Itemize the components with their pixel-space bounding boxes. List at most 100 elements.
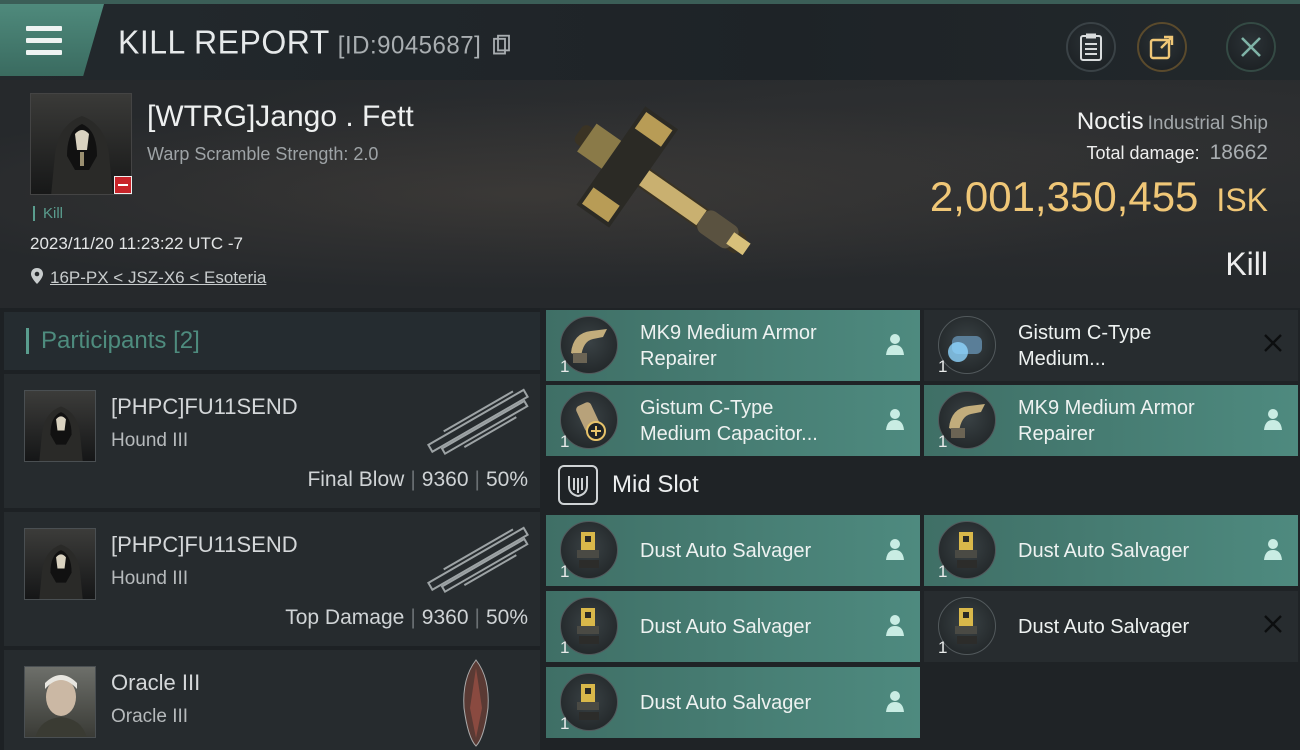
item-quantity: 1 bbox=[560, 562, 570, 581]
item-name: Dust Auto Salvager bbox=[1018, 615, 1190, 638]
fitted-person-icon bbox=[886, 691, 904, 712]
location-pin-icon bbox=[31, 268, 43, 284]
participant-stats: Final Blow | 9360 | 50% bbox=[307, 468, 528, 492]
item-name: MK9 Medium Armor Repairer bbox=[640, 321, 817, 370]
fitting-item[interactable]: 1 Dust Auto Salvager bbox=[924, 591, 1298, 662]
participant-row[interactable]: Oracle III Oracle III bbox=[4, 650, 540, 750]
copy-icon[interactable] bbox=[492, 34, 511, 56]
fitted-person-icon bbox=[886, 615, 904, 636]
mid-slot-icon bbox=[558, 465, 598, 505]
ship-info: Noctis Industrial Ship bbox=[1077, 108, 1268, 136]
share-button[interactable] bbox=[1137, 22, 1187, 72]
item-quantity: 1 bbox=[560, 357, 570, 376]
item-quantity: 1 bbox=[560, 432, 570, 451]
participant-portrait[interactable] bbox=[24, 390, 96, 462]
header-bar: KILL REPORT [ID:9045687] bbox=[0, 0, 1300, 80]
kill-tag: Kill bbox=[33, 206, 63, 221]
destroyed-x-icon bbox=[1264, 334, 1282, 352]
participant-damage: 9360 bbox=[421, 606, 469, 629]
fitting-item[interactable]: 1 Dust Auto Salvager bbox=[546, 667, 920, 738]
fitting-item[interactable]: 1 Dust Auto Salvager bbox=[546, 591, 920, 662]
isk-value: 2,001,350,455 ISK bbox=[930, 173, 1268, 221]
participant-name: [PHPC]FU11SEND bbox=[111, 394, 298, 419]
stat-separator: | bbox=[410, 606, 416, 629]
fitted-person-icon bbox=[886, 409, 904, 430]
pilot-face-icon bbox=[35, 675, 87, 737]
participant-row[interactable]: [PHPC]FU11SEND Hound III Final Blow | 9360… bbox=[4, 374, 540, 508]
kill-result-label: Kill bbox=[1225, 246, 1268, 282]
participant-portrait[interactable] bbox=[24, 666, 96, 738]
hostile-badge bbox=[114, 176, 132, 194]
report-button[interactable] bbox=[1066, 22, 1116, 72]
pilot-helmet-icon bbox=[39, 544, 83, 599]
participant-damage: 9360 bbox=[421, 468, 469, 491]
victim-name[interactable]: [WTRG]Jango . Fett bbox=[147, 100, 414, 134]
participants-count: [2] bbox=[173, 327, 200, 354]
fitting-item[interactable]: 1 Gistum C-Type Medium Capacitor... bbox=[546, 385, 920, 456]
ship-render-image[interactable] bbox=[540, 90, 780, 290]
participant-percent: 50% bbox=[485, 606, 528, 629]
victim-panel: [WTRG]Jango . Fett Warp Scramble Strengt… bbox=[0, 80, 1300, 308]
isk-unit: ISK bbox=[1216, 182, 1268, 218]
participant-role: Top Damage bbox=[285, 606, 405, 629]
fitted-person-icon bbox=[1264, 539, 1282, 560]
fitted-person-icon bbox=[1264, 409, 1282, 430]
hamburger-menu-icon bbox=[26, 26, 62, 56]
item-name: Dust Auto Salvager bbox=[640, 691, 812, 714]
close-icon bbox=[1241, 37, 1261, 57]
page-title-text: KILL REPORT bbox=[118, 23, 330, 61]
weapon-icon bbox=[427, 388, 529, 456]
participant-percent: 50% bbox=[485, 468, 528, 491]
close-button[interactable] bbox=[1226, 22, 1276, 72]
warp-scramble-strength: Warp Scramble Strength: 2.0 bbox=[147, 144, 379, 164]
total-damage-value: 18662 bbox=[1209, 141, 1268, 164]
item-quantity: 1 bbox=[938, 432, 948, 451]
participants-title: Participants bbox=[41, 327, 167, 354]
stat-separator: | bbox=[410, 468, 416, 491]
fitted-person-icon bbox=[886, 334, 904, 355]
mid-slot-header: Mid Slot bbox=[540, 458, 1300, 512]
participant-ship: Hound III bbox=[111, 430, 189, 451]
item-quantity: 1 bbox=[560, 714, 570, 733]
item-quantity: 1 bbox=[560, 638, 570, 657]
participant-role: Final Blow bbox=[307, 468, 405, 491]
participant-row[interactable]: [PHPC]FU11SEND Hound III Top Damage | 9360… bbox=[4, 512, 540, 646]
kill-datetime: 2023/11/20 11:23:22 UTC -7 bbox=[30, 234, 243, 253]
participant-stats: Top Damage | 9360 | 50% bbox=[285, 606, 528, 630]
fitting-item[interactable]: 1 Dust Auto Salvager bbox=[924, 515, 1298, 586]
mid-slot-label: Mid Slot bbox=[612, 471, 699, 498]
participant-ship: Hound III bbox=[111, 568, 189, 589]
fittings-panel: 1 MK9 Medium Armor Repairer 1 Gistum C-T… bbox=[540, 308, 1300, 750]
participant-portrait[interactable] bbox=[24, 528, 96, 600]
fitting-item[interactable]: 1 MK9 Medium Armor Repairer bbox=[546, 310, 920, 381]
item-name: Dust Auto Salvager bbox=[640, 539, 812, 562]
participant-ship: Oracle III bbox=[111, 706, 189, 727]
item-name: Dust Auto Salvager bbox=[640, 615, 812, 638]
ship-icon bbox=[463, 659, 489, 747]
isk-amount: 2,001,350,455 bbox=[929, 173, 1199, 220]
fitted-person-icon bbox=[886, 539, 904, 560]
item-quantity: 1 bbox=[938, 562, 948, 581]
item-quantity: 1 bbox=[938, 638, 948, 657]
total-damage: Total damage: 18662 bbox=[1087, 141, 1268, 165]
fitting-item[interactable]: 1 MK9 Medium Armor Repairer bbox=[924, 385, 1298, 456]
item-name: Dust Auto Salvager bbox=[1018, 539, 1190, 562]
item-name: Gistum C-Type Medium... bbox=[1018, 321, 1152, 370]
clipboard-icon bbox=[1080, 33, 1102, 61]
location-link[interactable]: 16P-PX < JSZ-X6 < Esoteria bbox=[50, 268, 266, 287]
ship-class: Industrial Ship bbox=[1147, 113, 1268, 134]
participants-header[interactable]: Participants [2] bbox=[4, 312, 540, 370]
fitting-item[interactable]: 1 Dust Auto Salvager bbox=[546, 515, 920, 586]
participants-panel: Participants [2] [PHPC]FU11SEND Hound II… bbox=[0, 308, 540, 750]
menu-button[interactable] bbox=[0, 4, 104, 76]
pilot-helmet-icon bbox=[39, 406, 83, 461]
report-id: [ID:9045687] bbox=[337, 31, 482, 60]
kill-location[interactable]: 16P-PX < JSZ-X6 < Esoteria bbox=[30, 267, 266, 288]
weapon-icon bbox=[427, 526, 529, 594]
fitting-item[interactable]: 1 Gistum C-Type Medium... bbox=[924, 310, 1298, 381]
destroyed-x-icon bbox=[1264, 615, 1282, 633]
share-icon bbox=[1149, 35, 1174, 60]
ship-name[interactable]: Noctis bbox=[1077, 108, 1144, 135]
item-name: Gistum C-Type Medium Capacitor... bbox=[640, 396, 818, 445]
page-title: KILL REPORT [ID:9045687] bbox=[118, 23, 511, 62]
